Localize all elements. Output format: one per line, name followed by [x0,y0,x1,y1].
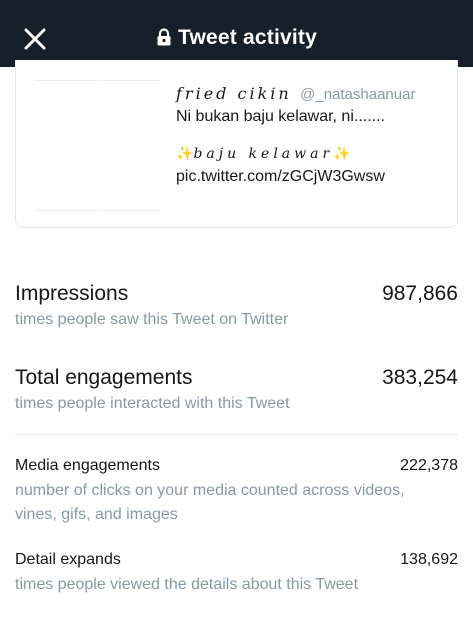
placeholder-line [100,80,160,81]
metric-value: 987,866 [382,282,458,305]
detail-expands-metric: Detail expands 138,692 times people view… [15,551,458,597]
placeholder-line [34,210,98,211]
placeholder-line [34,80,98,81]
metric-title: Media engagements [15,457,160,474]
header-title-text: Tweet activity [178,26,317,49]
metric-value: 383,254 [382,366,458,389]
header-bar: Tweet activity [0,0,473,67]
tweet-card[interactable]: fried cikin @_natashaanuar Ni bukan baju… [15,60,458,228]
sparkle-icon: ✨ [333,146,351,162]
metric-description: times people saw this Tweet on Twitter [15,311,289,328]
tweet-display-name[interactable]: fried cikin [176,84,292,103]
lock-icon [157,28,171,46]
metric-value: 138,692 [400,551,458,568]
metric-description: vines, gifs, and images [15,506,178,523]
tweet-media-link[interactable]: pic.twitter.com/zGCjW3Gwsw [176,168,385,186]
page-title: Tweet activity [0,26,473,50]
tweet-styled-text: baju kelawar [193,146,334,162]
metric-value: 222,378 [400,457,458,474]
tweet-author[interactable]: fried cikin @_natashaanuar [176,84,415,104]
tweet-styled-line: ✨baju kelawar✨ [176,146,351,162]
metric-title: Detail expands [15,551,121,568]
media-engagements-metric: Media engagements 222,378 number of clic… [15,457,458,527]
metric-description: times people viewed the details about th… [15,576,359,593]
metric-description: times people interacted with this Tweet [15,395,290,412]
impressions-metric: Impressions 987,866 times people saw thi… [15,282,458,332]
tweet-handle[interactable]: @_natashaanuar [300,86,415,103]
total-engagements-metric: Total engagements 383,254 times people i… [15,366,458,416]
sparkle-icon: ✨ [176,146,194,162]
divider [15,434,458,435]
placeholder-line [100,210,160,211]
metric-description: number of clicks on your media counted a… [15,482,405,499]
tweet-text: Ni bukan baju kelawar, ni....... [176,108,385,125]
